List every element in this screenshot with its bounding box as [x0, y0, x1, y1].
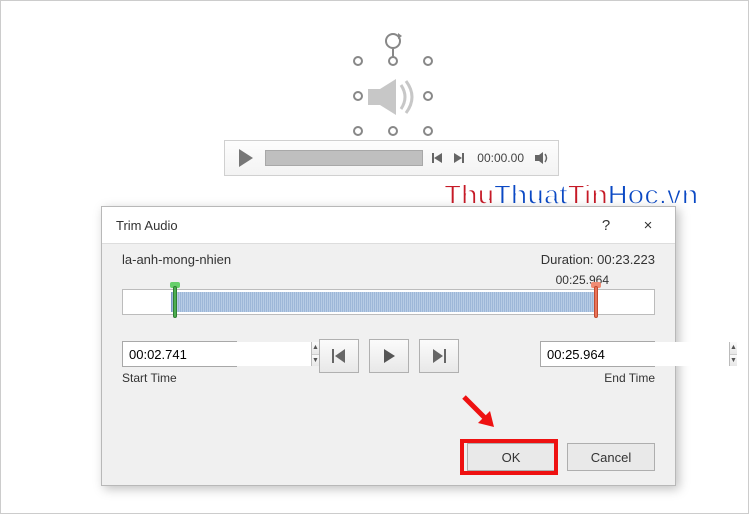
- duration-label: Duration: 00:23.223: [541, 252, 655, 267]
- frame-forward-button[interactable]: [419, 339, 459, 373]
- close-button[interactable]: ×: [627, 210, 669, 240]
- play-button[interactable]: [239, 149, 253, 167]
- skip-back-button[interactable]: [429, 150, 445, 166]
- trim-audio-dialog: Trim Audio ? × la-anh-mong-nhien Duratio…: [101, 206, 676, 486]
- ok-button[interactable]: OK: [467, 443, 555, 471]
- audio-player-bar: 00:00.00: [224, 140, 559, 176]
- resize-handle[interactable]: [423, 91, 433, 101]
- cancel-button[interactable]: Cancel: [567, 443, 655, 471]
- end-time-label: End Time: [604, 371, 655, 385]
- volume-icon[interactable]: [534, 150, 550, 166]
- audio-object-selected[interactable]: [358, 61, 428, 131]
- resize-handle[interactable]: [388, 126, 398, 136]
- end-marker[interactable]: [591, 286, 601, 318]
- end-time-spinner[interactable]: ▲ ▼: [540, 341, 655, 367]
- start-marker[interactable]: [170, 286, 180, 318]
- file-name-label: la-anh-mong-nhien: [122, 252, 231, 267]
- annotation-arrow-icon: [460, 393, 502, 435]
- start-time-label: Start Time: [122, 371, 237, 385]
- end-marker-time: 00:25.964: [122, 273, 609, 287]
- dialog-title: Trim Audio: [116, 218, 585, 233]
- end-time-input[interactable]: [541, 342, 729, 366]
- resize-handle[interactable]: [353, 126, 363, 136]
- end-time-down[interactable]: ▼: [730, 354, 737, 367]
- resize-handle[interactable]: [353, 56, 363, 66]
- rotate-handle-icon[interactable]: [385, 33, 401, 49]
- help-button[interactable]: ?: [585, 210, 627, 240]
- start-time-input[interactable]: [123, 342, 311, 366]
- waveform-track[interactable]: [122, 289, 655, 315]
- start-time-spinner[interactable]: ▲ ▼: [122, 341, 237, 367]
- play-button[interactable]: [369, 339, 409, 373]
- skip-forward-button[interactable]: [451, 150, 467, 166]
- player-time: 00:00.00: [477, 151, 524, 165]
- resize-handle[interactable]: [353, 91, 363, 101]
- resize-handle[interactable]: [423, 56, 433, 66]
- resize-handle[interactable]: [388, 56, 398, 66]
- speaker-icon: [366, 77, 420, 117]
- progress-track[interactable]: [265, 150, 423, 166]
- dialog-titlebar[interactable]: Trim Audio ? ×: [102, 207, 675, 243]
- frame-back-button[interactable]: [319, 339, 359, 373]
- end-time-up[interactable]: ▲: [730, 342, 737, 354]
- resize-handle[interactable]: [423, 126, 433, 136]
